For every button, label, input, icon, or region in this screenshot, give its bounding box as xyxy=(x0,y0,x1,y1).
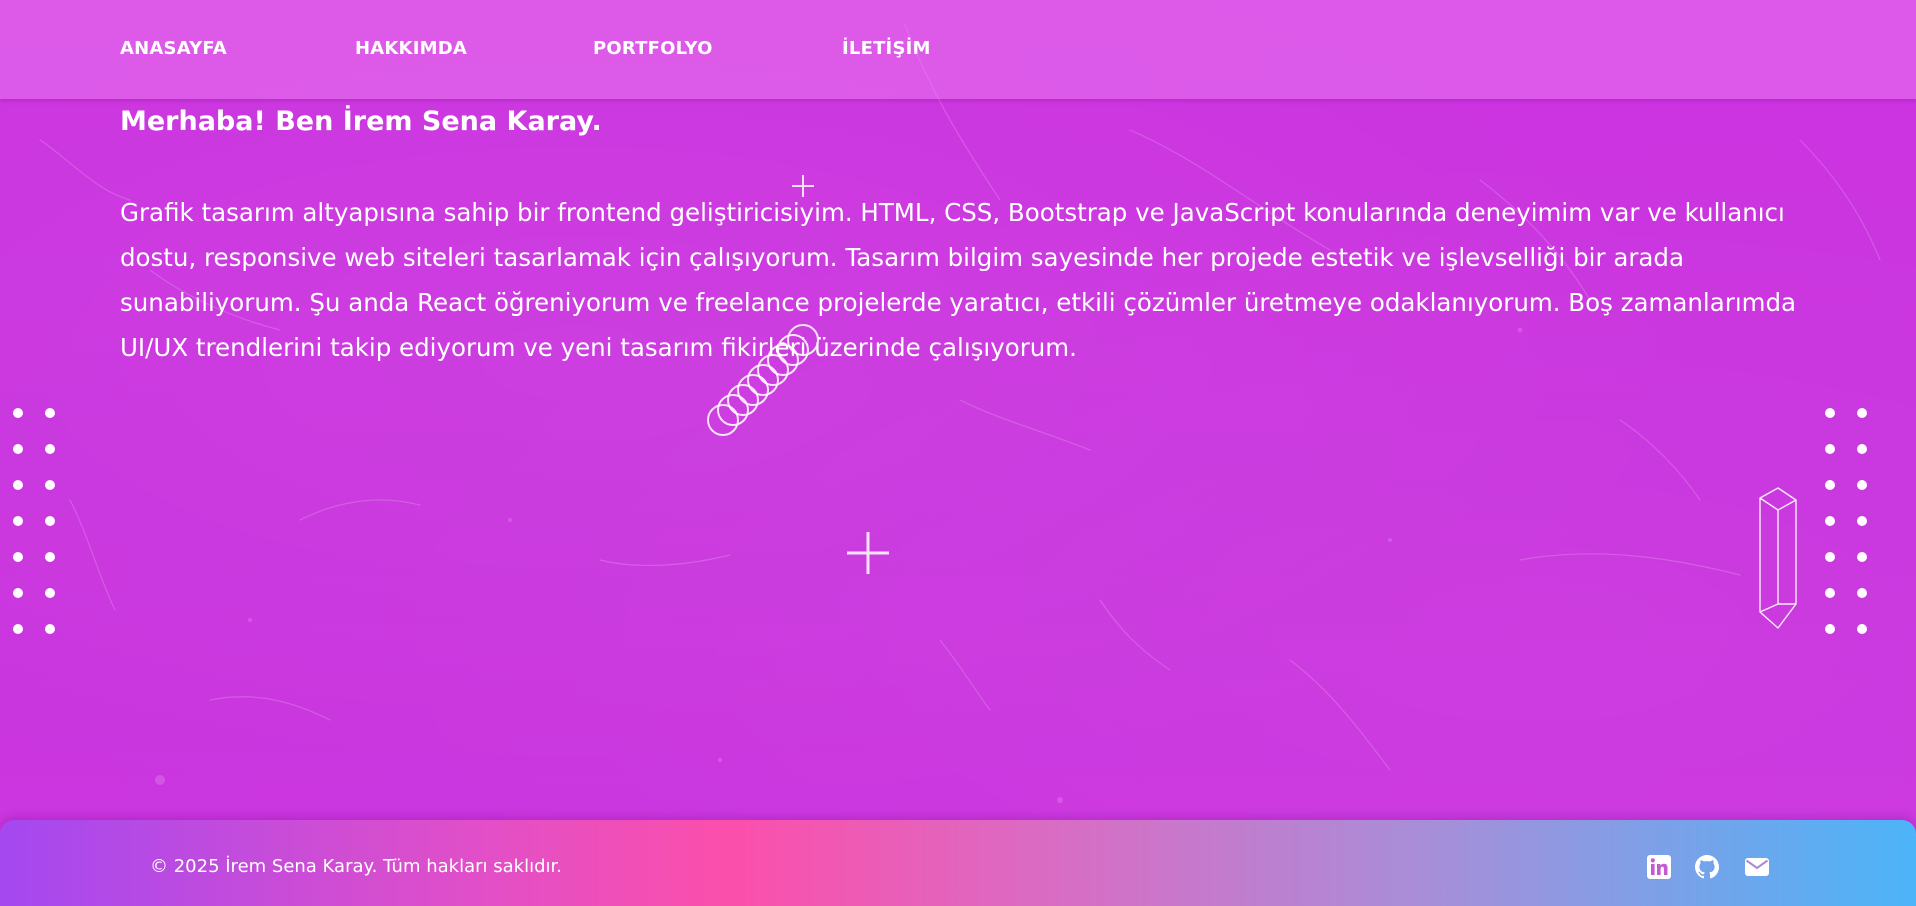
dots-decoration-right xyxy=(1825,408,1867,634)
navbar: ANASAYFA HAKKIMDA PORTFOLYO İLETİŞİM xyxy=(0,0,1916,99)
linkedin-link[interactable] xyxy=(1646,854,1672,880)
mail-icon xyxy=(1745,858,1769,876)
plus-decoration-large xyxy=(847,532,889,574)
github-link[interactable] xyxy=(1694,854,1720,880)
about-title: Merhaba! Ben İrem Sena Karay. xyxy=(120,106,602,137)
copyright-text: © 2025 İrem Sena Karay. Tüm hakları sakl… xyxy=(150,856,562,877)
mail-link[interactable] xyxy=(1744,854,1770,880)
footer: © 2025 İrem Sena Karay. Tüm hakları sakl… xyxy=(0,820,1916,906)
linkedin-icon xyxy=(1647,855,1671,879)
prism-decoration xyxy=(1759,487,1797,629)
dots-decoration-left xyxy=(13,408,55,634)
nav-link-portfolyo[interactable]: PORTFOLYO xyxy=(593,38,713,59)
github-icon xyxy=(1695,855,1719,879)
nav-link-hakkimda[interactable]: HAKKIMDA xyxy=(355,38,467,59)
about-text: Grafik tasarım altyapısına sahip bir fro… xyxy=(120,198,1797,362)
nav-link-iletisim[interactable]: İLETİŞİM xyxy=(842,38,931,59)
nav-link-anasayfa[interactable]: ANASAYFA xyxy=(120,38,227,59)
